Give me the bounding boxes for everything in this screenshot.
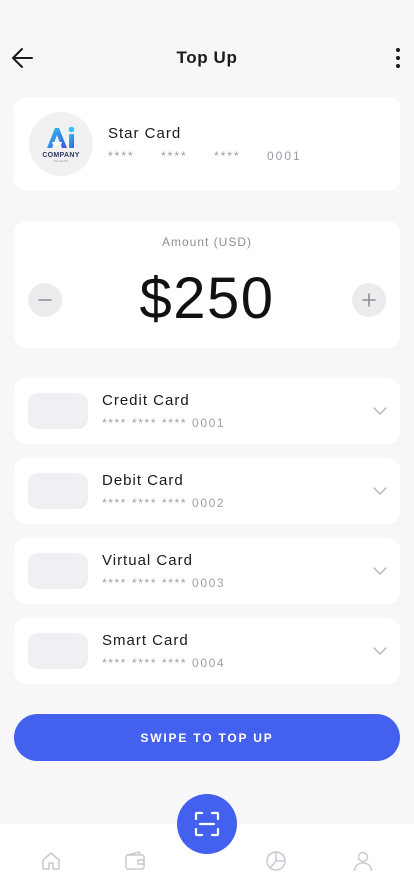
logo-slogan: SLOGAN xyxy=(53,159,69,163)
plus-icon xyxy=(362,293,376,307)
scan-icon xyxy=(194,811,220,837)
chevron-down-icon[interactable] xyxy=(372,483,388,499)
more-button[interactable] xyxy=(390,44,406,72)
card-number-last4: 0001 xyxy=(267,149,302,163)
card-thumbnail xyxy=(28,633,88,669)
home-icon xyxy=(42,852,60,870)
payment-method-smart-card[interactable]: Smart Card **** **** **** 0004 xyxy=(14,618,400,684)
payment-method-debit-card[interactable]: Debit Card **** **** **** 0002 xyxy=(14,458,400,524)
nav-wallet[interactable] xyxy=(124,850,146,872)
header: Top Up xyxy=(0,0,414,96)
card-number-mask: **** xyxy=(214,149,241,163)
method-number: **** **** **** 0003 xyxy=(102,576,226,590)
method-name: Smart Card xyxy=(102,632,189,649)
page-title: Top Up xyxy=(176,48,238,67)
method-number: **** **** **** 0004 xyxy=(102,656,226,670)
increase-amount-button[interactable] xyxy=(352,283,386,317)
card-number-mask: **** xyxy=(108,149,135,163)
amount-value[interactable]: $250 xyxy=(14,265,400,332)
pie-chart-icon xyxy=(266,851,286,871)
nav-statistics[interactable] xyxy=(265,850,287,872)
chevron-down-icon[interactable] xyxy=(372,643,388,659)
method-number: **** **** **** 0002 xyxy=(102,496,226,510)
method-number: **** **** **** 0001 xyxy=(102,416,226,430)
logo-text: COMPANY xyxy=(42,152,80,159)
payment-method-virtual-card[interactable]: Virtual Card **** **** **** 0003 xyxy=(14,538,400,604)
company-logo: COMPANY SLOGAN xyxy=(29,112,93,176)
nav-home[interactable] xyxy=(40,850,62,872)
star-card[interactable]: COMPANY SLOGAN Star Card **** **** **** … xyxy=(14,97,400,191)
wallet-icon xyxy=(125,851,145,870)
scan-button[interactable] xyxy=(177,794,237,854)
card-thumbnail xyxy=(28,553,88,589)
more-vertical-icon xyxy=(396,48,400,68)
card-name: Star Card xyxy=(108,125,182,142)
method-name: Debit Card xyxy=(102,472,184,489)
ai-logo-mark xyxy=(47,126,75,148)
swipe-to-top-up-button[interactable]: SWIPE TO TOP UP xyxy=(14,714,400,761)
card-number-mask: **** xyxy=(161,149,188,163)
amount-panel: Amount (USD) $250 xyxy=(14,221,400,348)
method-name: Credit Card xyxy=(102,392,190,409)
chevron-down-icon[interactable] xyxy=(372,563,388,579)
method-name: Virtual Card xyxy=(102,552,193,569)
nav-profile[interactable] xyxy=(352,850,374,872)
chevron-down-icon[interactable] xyxy=(372,403,388,419)
card-number: **** **** **** 0001 xyxy=(108,149,302,163)
user-icon xyxy=(353,851,373,872)
amount-label: Amount (USD) xyxy=(161,235,253,249)
card-thumbnail xyxy=(28,473,88,509)
payment-method-credit-card[interactable]: Credit Card **** **** **** 0001 xyxy=(14,378,400,444)
card-thumbnail xyxy=(28,393,88,429)
